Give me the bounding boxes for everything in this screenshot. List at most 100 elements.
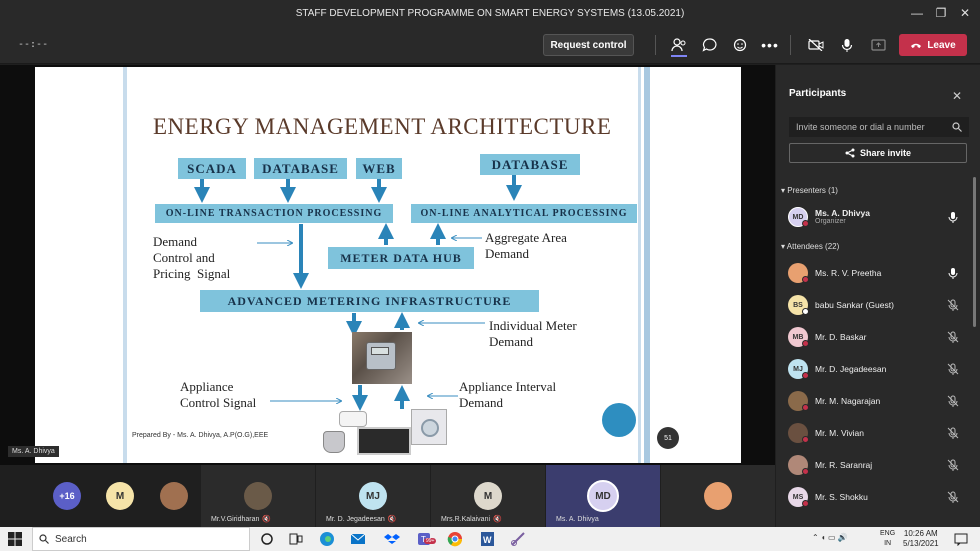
label-appliance-control-text: Appliance Control Signal xyxy=(180,379,257,410)
svg-text:W: W xyxy=(483,535,492,545)
search-icon xyxy=(952,122,962,132)
participant-name: Mr. D. Baskar xyxy=(815,332,867,342)
minimize-button[interactable]: — xyxy=(904,0,930,26)
maximize-button[interactable]: ❐ xyxy=(928,0,954,26)
tray-icons[interactable]: ⌃ ◖ ▭ 🔊 xyxy=(812,533,848,542)
presenters-header[interactable]: ▾ Presenters (1) xyxy=(781,186,838,195)
video-tile[interactable]: MJ Mr. D. Jegadeesan 🔇 xyxy=(316,465,430,527)
request-control-button[interactable]: Request control xyxy=(543,34,634,56)
panel-scrollbar[interactable] xyxy=(973,177,976,327)
participant-row[interactable]: Ms. R. V. Preetha xyxy=(788,259,968,287)
participant-name: Mr. R. Saranraj xyxy=(815,460,873,470)
cortana-icon[interactable] xyxy=(258,530,276,548)
smart-meter-image xyxy=(352,332,412,384)
tile-label: Mr.V.Giridharan 🔇 xyxy=(211,515,272,524)
task-view-icon[interactable] xyxy=(287,530,305,548)
microphone-icon[interactable] xyxy=(834,33,860,57)
avatar: MD xyxy=(587,480,619,512)
mic-muted-icon: 🔇 xyxy=(262,516,272,523)
label-individual-text: Individual Meter Demand xyxy=(489,318,577,349)
language-indicator[interactable]: ENG IN xyxy=(880,529,895,549)
presence-dot xyxy=(802,404,809,411)
presenter-name-tag: Ms. A. Dhivya xyxy=(8,446,59,457)
chat-icon[interactable] xyxy=(696,33,722,57)
participant-row[interactable]: BS babu Sankar (Guest) xyxy=(788,291,968,319)
toolbar-divider xyxy=(655,35,656,55)
close-panel-icon[interactable]: ✕ xyxy=(952,89,962,103)
share-invite-button[interactable]: Share invite xyxy=(789,143,967,163)
leave-label: Leave xyxy=(927,39,956,51)
attendees-header[interactable]: ▾ Attendees (22) xyxy=(781,242,839,251)
video-strip: +16 M Mr.V.Giridharan 🔇 MJ Mr. D. Jegadee… xyxy=(0,465,775,527)
video-tile[interactable]: M Mrs.R.Kalaivani 🔇 xyxy=(431,465,545,527)
participants-panel: Participants ✕ Invite someone or dial a … xyxy=(776,65,980,527)
mic-muted-icon xyxy=(947,299,959,311)
search-icon xyxy=(39,534,49,544)
taskbar-clock[interactable]: 10:26 AM 5/13/2021 xyxy=(903,529,939,549)
notification-badge: 99+ xyxy=(424,538,437,544)
presence-dot xyxy=(802,340,809,347)
share-invite-label: Share invite xyxy=(859,148,912,158)
shared-slide: ENERGY MANAGEMENT ARCHITECTURE SCADA DAT… xyxy=(35,67,741,463)
windows-taskbar: Search T 99+ W ⌃ ◖ ▭ 🔊 ENG IN 10:26 AM 5… xyxy=(0,527,980,551)
invite-input[interactable]: Invite someone or dial a number xyxy=(789,117,969,137)
label-aggregate-text: Aggregate Area Demand xyxy=(485,230,567,261)
chrome-icon[interactable] xyxy=(446,530,464,548)
mic-muted-icon: 🔇 xyxy=(387,516,397,523)
window-titlebar: STAFF DEVELOPMENT PROGRAMME ON SMART ENE… xyxy=(0,0,980,26)
participant-role: Organizer xyxy=(815,218,846,225)
more-actions-icon[interactable]: ••• xyxy=(757,33,783,57)
avatar: MJ xyxy=(359,482,387,510)
participant-row[interactable]: MB Mr. D. Baskar xyxy=(788,323,968,351)
video-tile[interactable]: Mr.V.Giridharan 🔇 xyxy=(201,465,315,527)
phone-hangup-icon xyxy=(911,43,922,48)
snip-tool-icon[interactable] xyxy=(509,530,527,548)
participant-name: Ms. R. V. Preetha xyxy=(815,268,882,278)
presence-dot xyxy=(802,308,809,315)
video-tile[interactable] xyxy=(661,465,775,527)
leave-button[interactable]: Leave xyxy=(899,34,967,56)
presenters-header-text: Presenters (1) xyxy=(787,186,838,195)
participants-icon[interactable] xyxy=(666,33,692,57)
slide-arrows xyxy=(194,175,522,411)
participant-row[interactable]: Mr. M. Nagarajan xyxy=(788,387,968,415)
close-window-button[interactable]: ✕ xyxy=(952,0,978,26)
lang-line-2: IN xyxy=(884,540,892,547)
participant-name: Mr. D. Jegadeesan xyxy=(815,364,887,374)
participant-name: Mr. M. Vivian xyxy=(815,428,864,438)
windows-start-icon[interactable] xyxy=(8,532,22,551)
participant-row[interactable]: MS Mr. S. Shokku xyxy=(788,483,968,511)
video-tile-active[interactable]: MD Ms. A. Dhivya xyxy=(546,465,660,527)
microphone-icon xyxy=(948,268,958,279)
reactions-icon[interactable] xyxy=(727,33,753,57)
tile-name: Ms. A. Dhivya xyxy=(556,516,599,523)
dropbox-icon[interactable] xyxy=(383,530,401,548)
participant-row[interactable]: MJ Mr. D. Jegadeesan xyxy=(788,355,968,383)
edge-icon[interactable] xyxy=(318,530,336,548)
prepared-by-note: Prepared By - Ms. A. Dhivya, A.P(O.G),EE… xyxy=(132,432,269,439)
mail-icon[interactable] xyxy=(349,530,367,548)
participant-row[interactable]: Mr. M. Vivian xyxy=(788,419,968,447)
presence-dot xyxy=(802,220,809,227)
participant-name: Ms. A. Dhivya xyxy=(815,208,870,218)
share-tray-icon[interactable] xyxy=(865,33,891,57)
word-icon[interactable]: W xyxy=(478,530,496,548)
camera-off-icon[interactable] xyxy=(803,33,829,57)
taskbar-search-text: Search xyxy=(55,533,87,545)
slide-page-number: 51 xyxy=(657,427,679,449)
participant-row[interactable]: Mr. R. Saranraj xyxy=(788,451,968,479)
mic-muted-icon: 🔇 xyxy=(493,516,502,523)
tile-name: Mrs.R.Kalaivani xyxy=(441,515,491,523)
teams-meeting-window: STAFF DEVELOPMENT PROGRAMME ON SMART ENE… xyxy=(0,0,980,551)
mic-muted-icon xyxy=(947,459,959,471)
presence-dot xyxy=(802,500,809,507)
participant-row[interactable]: MD Ms. A. Dhivya Organizer xyxy=(788,203,968,231)
notifications-icon[interactable] xyxy=(954,532,968,551)
taskbar-search[interactable]: Search xyxy=(32,527,250,551)
microphone-icon xyxy=(948,212,958,223)
mic-muted-icon xyxy=(947,363,959,375)
teams-icon[interactable]: T 99+ xyxy=(416,530,437,548)
presence-dot xyxy=(802,468,809,475)
overflow-participants-button[interactable]: +16 xyxy=(53,482,81,510)
mic-muted-icon xyxy=(947,491,959,503)
